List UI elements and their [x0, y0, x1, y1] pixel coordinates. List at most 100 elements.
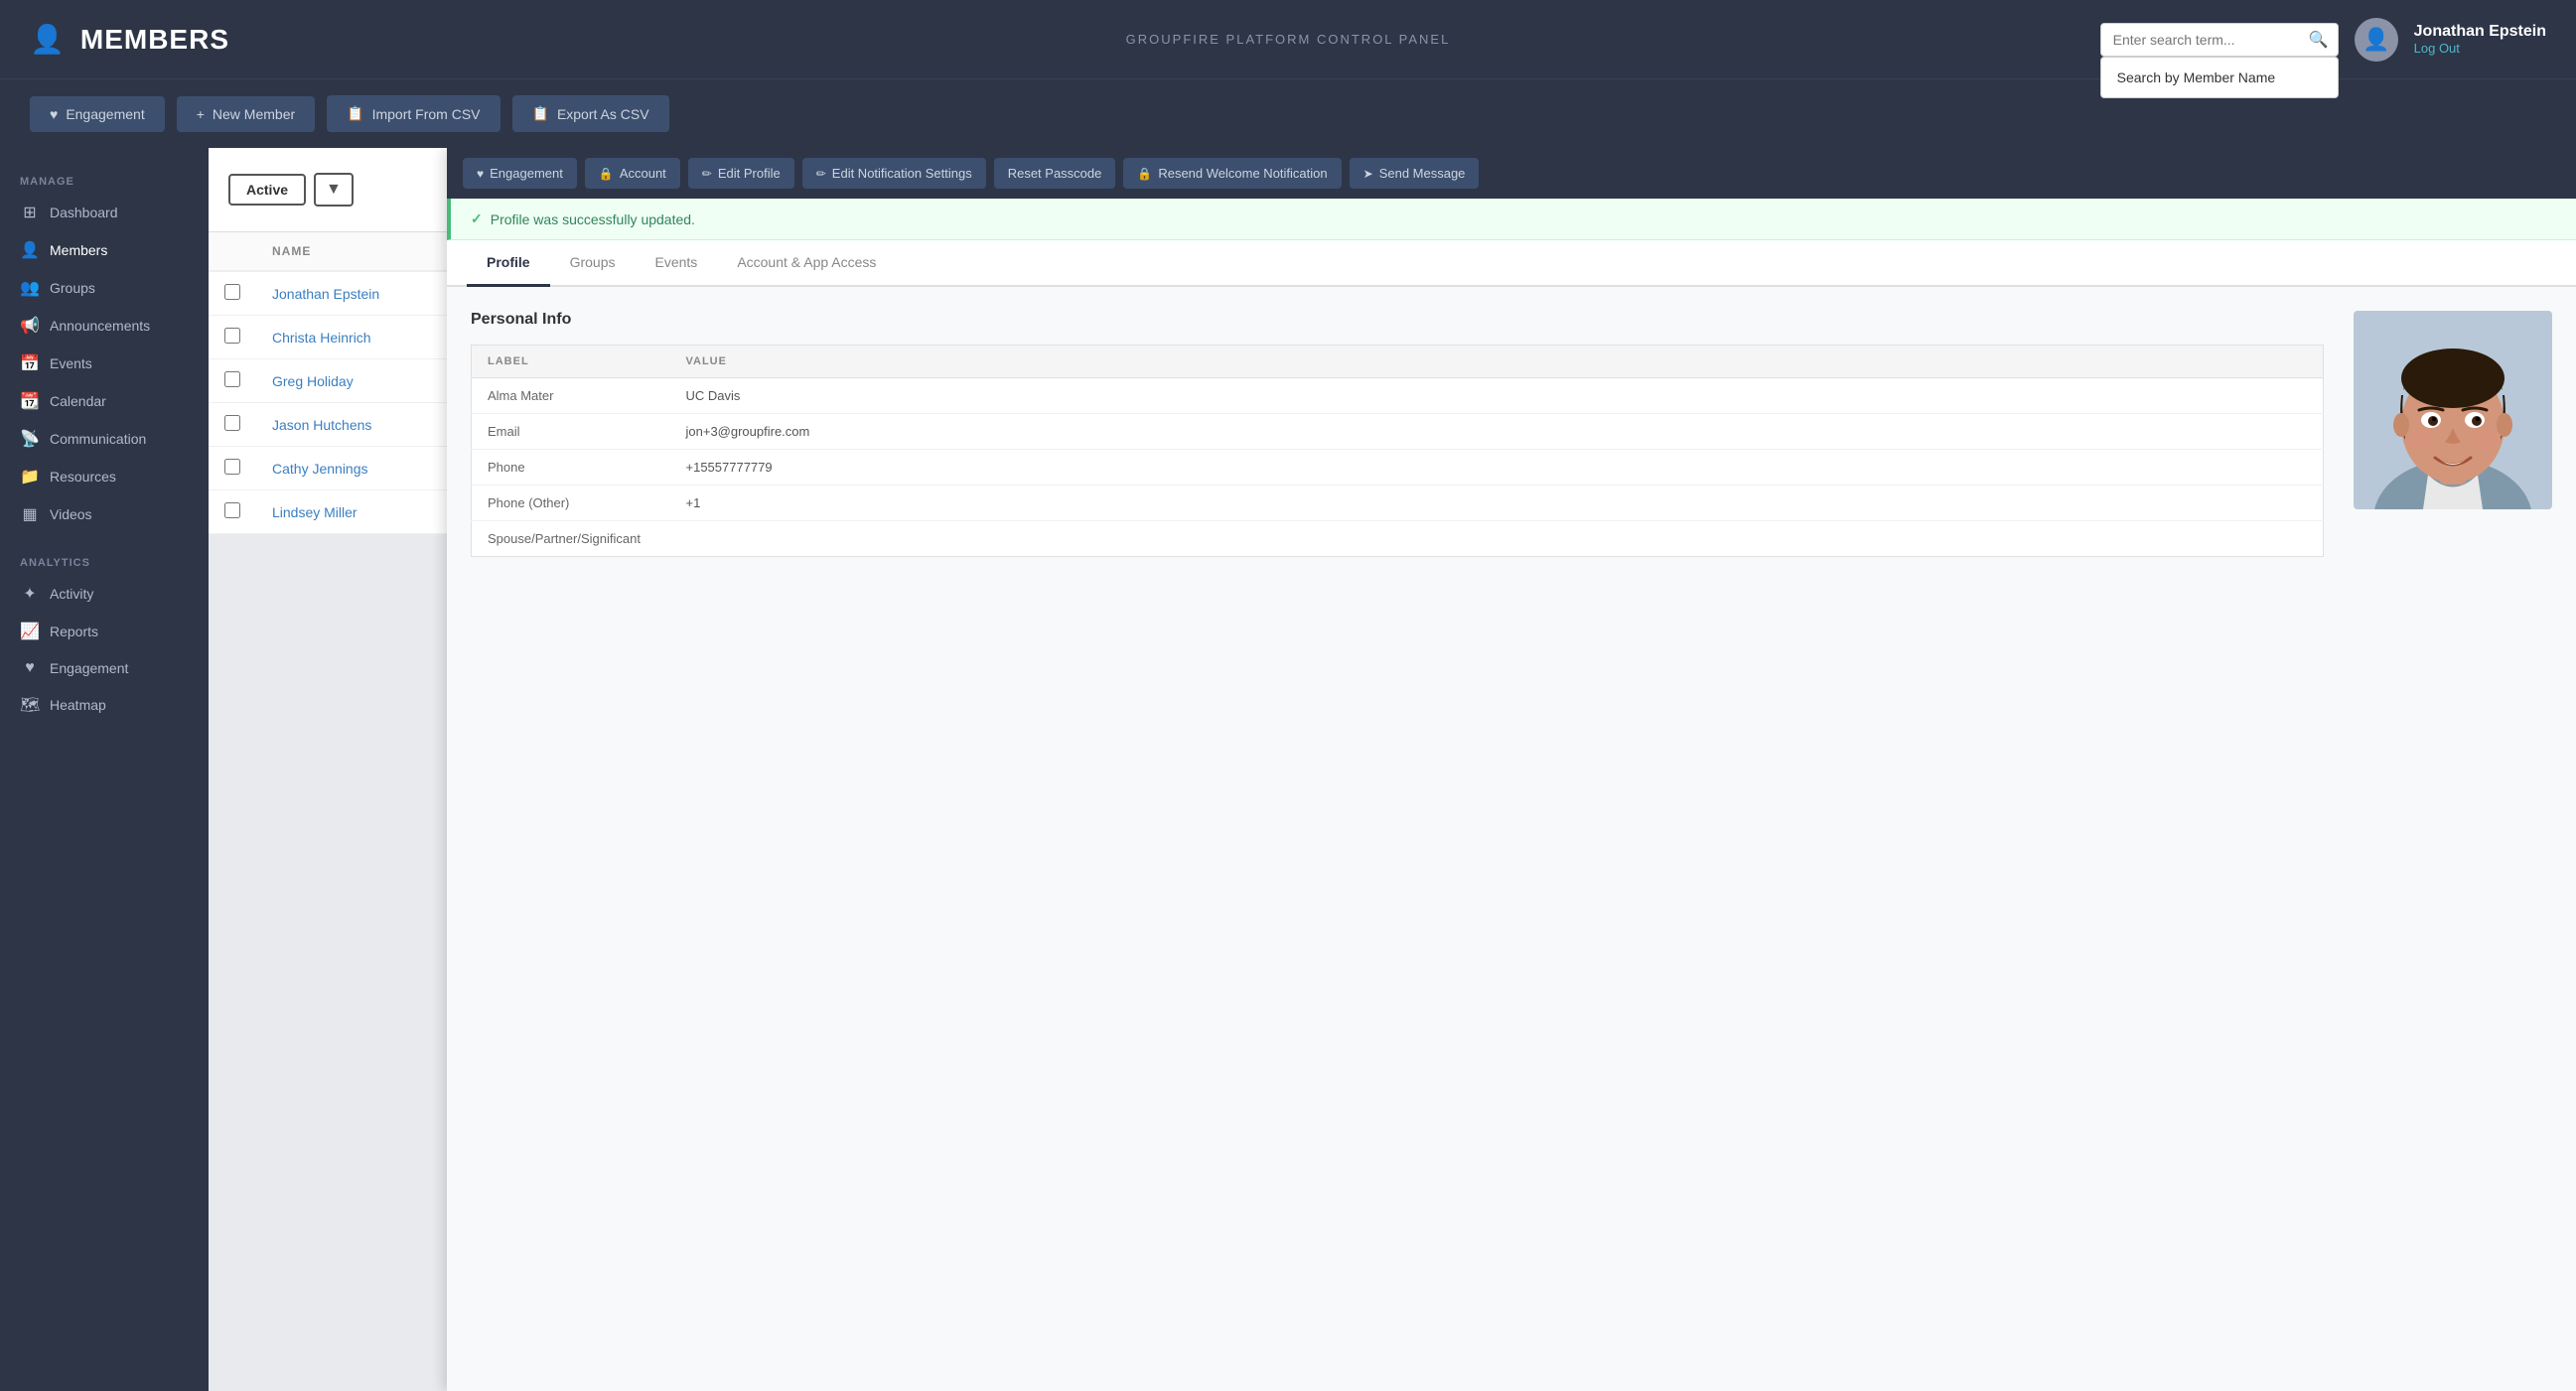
events-icon: 📅: [20, 353, 40, 373]
profile-photo: [2354, 311, 2552, 509]
sidebar-item-resources[interactable]: 📁 Resources: [0, 458, 209, 495]
tab-events[interactable]: Events: [636, 240, 718, 287]
sidebar-item-members[interactable]: 👤 Members: [0, 231, 209, 269]
sidebar-item-heatmap[interactable]: 🗺 Heatmap: [0, 686, 209, 724]
sidebar-item-engagement[interactable]: ♥ Engagement: [0, 650, 209, 686]
sidebar-item-activity[interactable]: ✦ Activity: [0, 575, 209, 613]
resend-welcome-button[interactable]: 🔒 Resend Welcome Notification: [1123, 158, 1341, 189]
info-row: Spouse/Partner/Significant: [472, 521, 2324, 557]
sidebar: MANAGE ⊞ Dashboard 👤 Members 👥 Groups 📢 …: [0, 148, 209, 1391]
announcements-icon: 📢: [20, 316, 40, 336]
reset-passcode-button[interactable]: Reset Passcode: [994, 158, 1116, 189]
sidebar-groups-label: Groups: [50, 280, 95, 296]
member-name-link[interactable]: Christa Heinrich: [272, 330, 371, 346]
info-label: Phone: [472, 450, 670, 486]
engagement-button[interactable]: ♥ Engagement: [30, 96, 165, 132]
row-checkbox-cell: [209, 490, 256, 534]
sidebar-item-dashboard[interactable]: ⊞ Dashboard: [0, 194, 209, 231]
member-name-link[interactable]: Lindsey Miller: [272, 504, 358, 520]
edit-notifications-button[interactable]: ✏ Edit Notification Settings: [802, 158, 986, 189]
user-avatar: 👤: [2355, 18, 2398, 62]
info-value: UC Davis: [670, 378, 2324, 414]
select-all-header: [209, 232, 256, 271]
row-checkbox-cell: [209, 447, 256, 490]
row-checkbox[interactable]: [224, 371, 240, 387]
success-message: Profile was successfully updated.: [491, 211, 695, 227]
page-title: MEMBERS: [80, 24, 229, 56]
sidebar-resources-label: Resources: [50, 469, 116, 485]
info-label: Email: [472, 414, 670, 450]
sidebar-item-announcements[interactable]: 📢 Announcements: [0, 307, 209, 345]
row-checkbox-cell: [209, 316, 256, 359]
export-csv-label: Export As CSV: [557, 106, 649, 122]
sidebar-item-calendar[interactable]: 📆 Calendar: [0, 382, 209, 420]
sidebar-activity-label: Activity: [50, 586, 93, 602]
new-member-button[interactable]: + New Member: [177, 96, 315, 132]
row-checkbox[interactable]: [224, 328, 240, 344]
row-checkbox[interactable]: [224, 459, 240, 475]
members-icon: 👤: [30, 23, 65, 56]
member-name-link[interactable]: Jason Hutchens: [272, 417, 371, 433]
account-action-button[interactable]: 🔒 Account: [585, 158, 680, 189]
search-input[interactable]: [2100, 23, 2339, 57]
tab-account-access[interactable]: Account & App Access: [717, 240, 896, 287]
info-label: Spouse/Partner/Significant: [472, 521, 670, 557]
sidebar-engagement-label: Engagement: [50, 660, 128, 676]
engagement-label: Engagement: [66, 106, 144, 122]
row-checkbox[interactable]: [224, 415, 240, 431]
user-name: Jonathan Epstein: [2414, 23, 2546, 41]
member-name-link[interactable]: Cathy Jennings: [272, 461, 368, 477]
reports-icon: 📈: [20, 622, 40, 641]
sidebar-item-groups[interactable]: 👥 Groups: [0, 269, 209, 307]
sidebar-item-events[interactable]: 📅 Events: [0, 345, 209, 382]
info-label: Phone (Other): [472, 486, 670, 521]
success-banner: ✓ Profile was successfully updated.: [447, 199, 2576, 240]
info-row: Alma Mater UC Davis: [472, 378, 2324, 414]
member-name-link[interactable]: Greg Holiday: [272, 373, 354, 389]
engagement-action-label: Engagement: [490, 166, 563, 181]
search-by-member-name[interactable]: Search by Member Name: [2101, 58, 2338, 97]
engagement-action-button[interactable]: ♥ Engagement: [463, 158, 577, 189]
app-subtitle: GROUPFIRE PLATFORM CONTROL PANEL: [1126, 32, 1451, 47]
import-csv-button[interactable]: 📋 Import From CSV: [327, 95, 500, 132]
new-member-label: New Member: [213, 106, 295, 122]
info-row: Phone +15557777779: [472, 450, 2324, 486]
content-area: Active ▼ With SelectedMembers 0 ⊞ NAME: [209, 148, 2576, 1391]
sidebar-item-videos[interactable]: ▦ Videos: [0, 495, 209, 533]
import-icon: 📋: [347, 105, 363, 122]
sidebar-videos-label: Videos: [50, 506, 92, 522]
active-filter-button[interactable]: Active: [228, 174, 306, 206]
send-message-button[interactable]: ➤ Send Message: [1350, 158, 1480, 189]
logout-link[interactable]: Log Out: [2414, 41, 2546, 56]
videos-icon: ▦: [20, 504, 40, 524]
reset-passcode-label: Reset Passcode: [1008, 166, 1102, 181]
communication-icon: 📡: [20, 429, 40, 449]
export-csv-button[interactable]: 📋 Export As CSV: [512, 95, 669, 132]
main-layout: MANAGE ⊞ Dashboard 👤 Members 👥 Groups 📢 …: [0, 148, 2576, 1391]
heart-action-icon: ♥: [477, 167, 484, 181]
info-table: LABEL VALUE Alma Mater UC Davis Email: [471, 345, 2324, 557]
calendar-icon: 📆: [20, 391, 40, 411]
info-value: +1: [670, 486, 2324, 521]
sidebar-communication-label: Communication: [50, 431, 146, 447]
row-checkbox[interactable]: [224, 502, 240, 518]
tab-profile[interactable]: Profile: [467, 240, 550, 287]
profile-photo-svg: [2354, 311, 2552, 509]
dashboard-icon: ⊞: [20, 203, 40, 222]
filter-area: Active ▼: [228, 173, 354, 207]
sidebar-events-label: Events: [50, 355, 92, 371]
sidebar-announcements-label: Announcements: [50, 318, 150, 334]
row-checkbox[interactable]: [224, 284, 240, 300]
sidebar-item-communication[interactable]: 📡 Communication: [0, 420, 209, 458]
sidebar-members-label: Members: [50, 242, 107, 258]
members-nav-icon: 👤: [20, 240, 40, 260]
row-checkbox-cell: [209, 359, 256, 403]
sidebar-item-reports[interactable]: 📈 Reports: [0, 613, 209, 650]
tab-groups[interactable]: Groups: [550, 240, 636, 287]
member-name-link[interactable]: Jonathan Epstein: [272, 286, 379, 302]
engagement-nav-icon: ♥: [20, 659, 40, 677]
profile-tabs: Profile Groups Events Account & App Acce…: [447, 240, 2576, 287]
edit-profile-button[interactable]: ✏ Edit Profile: [688, 158, 794, 189]
filter-icon-button[interactable]: ▼: [314, 173, 354, 207]
edit-notif-icon: ✏: [816, 167, 826, 181]
